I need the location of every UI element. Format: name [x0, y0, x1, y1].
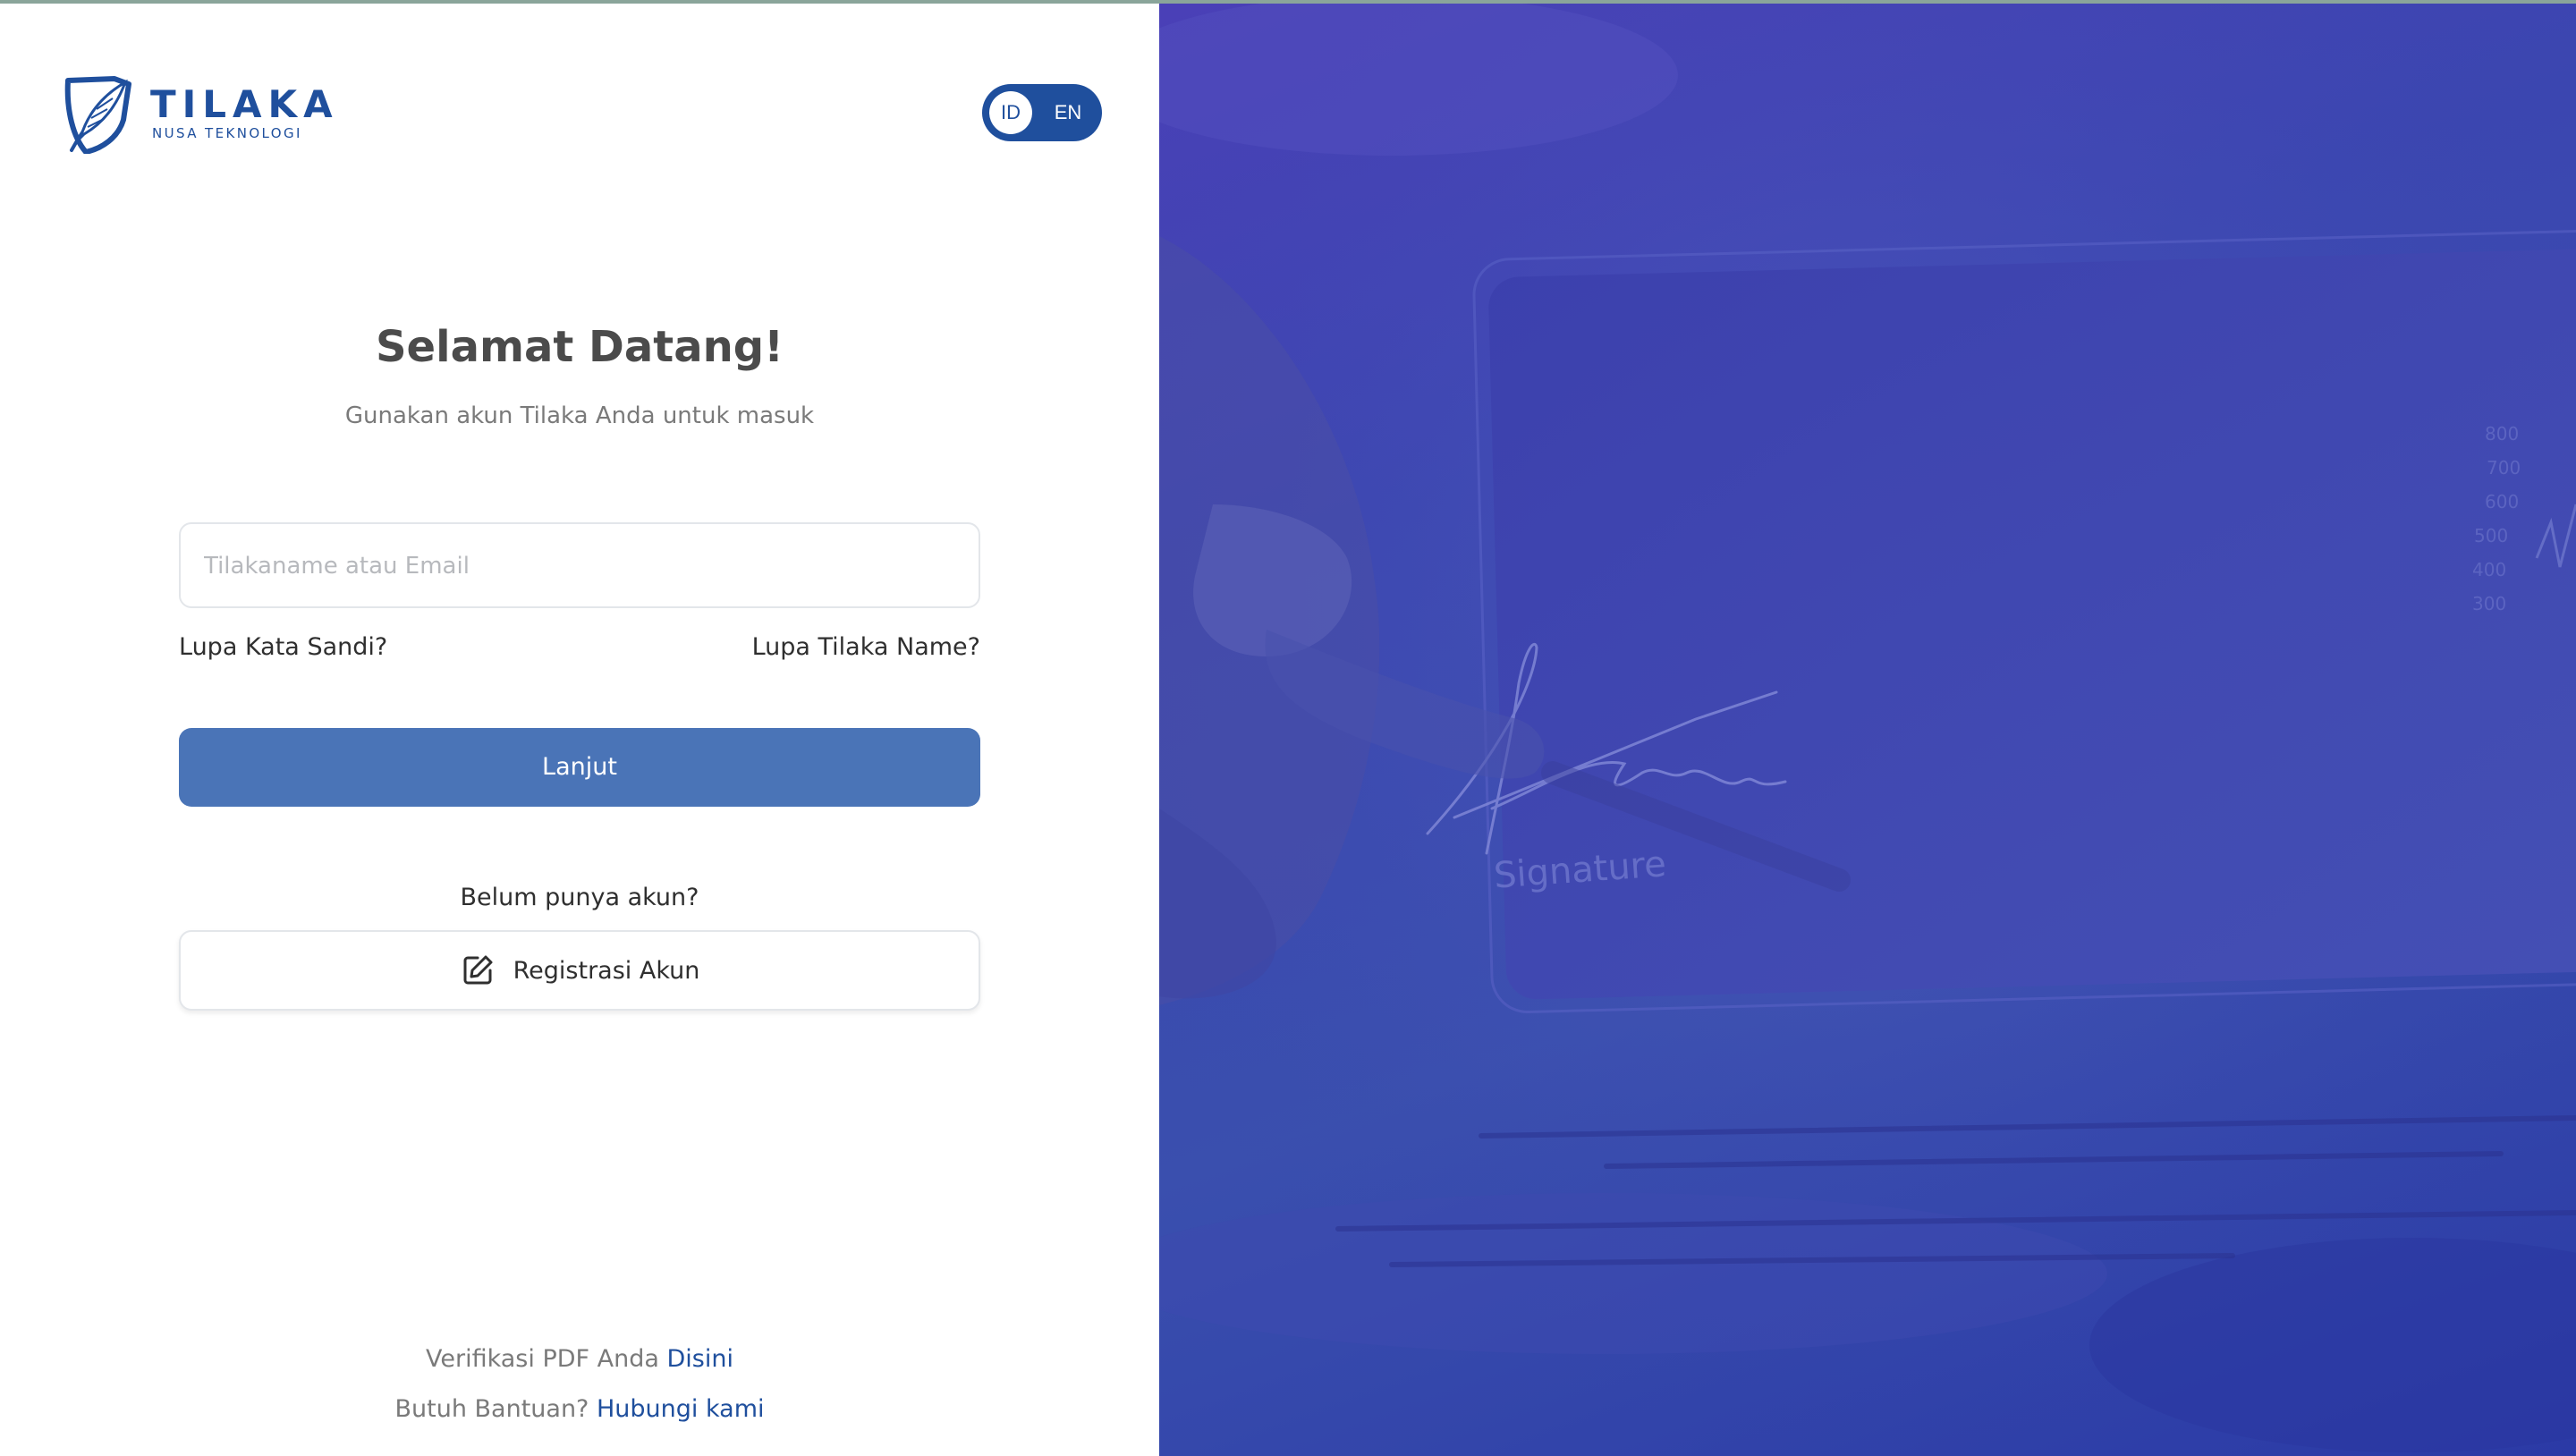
- help-text: Butuh Bantuan?: [394, 1395, 589, 1423]
- svg-text:700: 700: [2487, 457, 2521, 478]
- svg-text:500: 500: [2474, 525, 2508, 546]
- page-subtitle: Gunakan akun Tilaka Anda untuk masuk: [344, 402, 815, 429]
- username-field[interactable]: [179, 522, 980, 608]
- language-option-en[interactable]: EN: [1046, 91, 1089, 134]
- language-toggle[interactable]: ID EN: [982, 84, 1102, 141]
- verify-pdf-line: Verifikasi PDF Anda Disini: [0, 1345, 1159, 1374]
- svg-text:300: 300: [2472, 593, 2506, 614]
- no-account-text: Belum punya akun?: [460, 884, 699, 911]
- contact-us-link[interactable]: Hubungi kami: [597, 1395, 765, 1423]
- register-account-label: Registrasi Akun: [513, 956, 700, 985]
- verify-pdf-text: Verifikasi PDF Anda: [426, 1345, 659, 1373]
- hero-image: 800 700 600 500 400 300 Signature: [1159, 4, 2576, 1456]
- forgot-password-link[interactable]: Lupa Kata Sandi?: [179, 633, 387, 662]
- help-line: Butuh Bantuan? Hubungi kami: [0, 1395, 1159, 1424]
- hero-illustration: 800 700 600 500 400 300 Signature: [1159, 4, 2576, 1456]
- language-option-id[interactable]: ID: [989, 91, 1032, 134]
- username-input[interactable]: [202, 524, 957, 608]
- svg-text:400: 400: [2472, 559, 2506, 580]
- svg-text:800: 800: [2485, 423, 2519, 444]
- continue-button[interactable]: Lanjut: [179, 728, 980, 807]
- svg-text:600: 600: [2485, 491, 2519, 512]
- verify-pdf-link[interactable]: Disini: [667, 1345, 733, 1373]
- tilaka-logo[interactable]: TILAKA NUSA TEKNOLOGI: [63, 75, 333, 156]
- forgot-tilaka-name-link[interactable]: Lupa Tilaka Name?: [752, 633, 980, 662]
- shield-feather-icon: [64, 76, 131, 154]
- login-panel: TILAKA NUSA TEKNOLOGI ID EN Selamat Data…: [0, 4, 1159, 1456]
- page-title: Selamat Datang!: [375, 322, 784, 372]
- edit-icon: [463, 955, 493, 985]
- register-account-button[interactable]: Registrasi Akun: [179, 930, 980, 1011]
- brand-name: TILAKA: [150, 82, 339, 126]
- top-border: [0, 0, 2576, 4]
- brand-tagline: NUSA TEKNOLOGI: [152, 125, 302, 141]
